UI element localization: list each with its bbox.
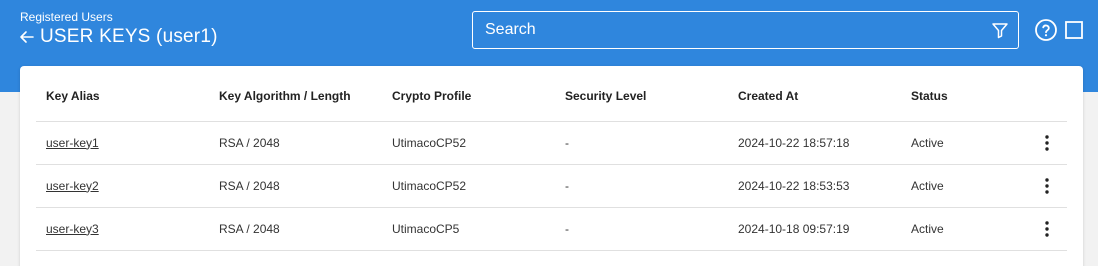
table-header-row: Key Alias Key Algorithm / Length Crypto … (36, 71, 1067, 122)
column-header-key-alias[interactable]: Key Alias (36, 71, 209, 122)
security-level-cell: - (555, 164, 728, 208)
crypto-profile-cell: UtimacoCP5 (382, 207, 555, 251)
crypto-profile-cell: UtimacoCP52 (382, 121, 555, 165)
security-level-cell: - (555, 121, 728, 165)
more-vertical-icon[interactable] (1037, 176, 1057, 196)
key-alias-link[interactable]: user-key2 (46, 179, 99, 193)
table-row: user-key2 RSA / 2048 UtimacoCP52 - 2024-… (36, 164, 1067, 208)
filter-icon[interactable] (990, 20, 1010, 40)
key-alias-link[interactable]: user-key3 (46, 222, 99, 236)
title-row: USER KEYS (user1) (18, 25, 218, 49)
keys-card: Key Alias Key Algorithm / Length Crypto … (20, 66, 1083, 266)
key-algorithm-cell: RSA / 2048 (209, 121, 382, 165)
arrow-left-icon[interactable] (18, 28, 36, 46)
column-header-status[interactable]: Status (901, 71, 1001, 122)
status-cell: Active (901, 207, 1001, 251)
created-at-cell: 2024-10-18 09:57:19 (728, 207, 901, 251)
column-header-security-level[interactable]: Security Level (555, 71, 728, 122)
status-cell: Active (901, 121, 1001, 165)
column-header-key-algorithm[interactable]: Key Algorithm / Length (209, 71, 382, 122)
more-vertical-icon[interactable] (1037, 133, 1057, 153)
more-vertical-icon[interactable] (1037, 219, 1057, 239)
search-box (472, 11, 1019, 49)
column-header-actions (1001, 71, 1067, 122)
page-title: USER KEYS (user1) (40, 26, 218, 47)
help-circle-icon[interactable] (1034, 18, 1058, 42)
key-alias-link[interactable]: user-key1 (46, 136, 99, 150)
square-icon[interactable] (1065, 21, 1083, 39)
key-algorithm-cell: RSA / 2048 (209, 164, 382, 208)
table-row: user-key3 RSA / 2048 UtimacoCP5 - 2024-1… (36, 207, 1067, 251)
column-header-crypto-profile[interactable]: Crypto Profile (382, 71, 555, 122)
table-row: user-key1 RSA / 2048 UtimacoCP52 - 2024-… (36, 121, 1067, 165)
page: Registered Users USER KEYS (user1) Searc… (0, 0, 1098, 266)
search-input[interactable] (473, 12, 973, 48)
created-at-cell: 2024-10-22 18:57:18 (728, 121, 901, 165)
security-level-cell: - (555, 207, 728, 251)
column-header-created-at[interactable]: Created At (728, 71, 901, 122)
created-at-cell: 2024-10-22 18:53:53 (728, 164, 901, 208)
breadcrumb[interactable]: Registered Users (20, 10, 113, 24)
key-algorithm-cell: RSA / 2048 (209, 207, 382, 251)
keys-table: Key Alias Key Algorithm / Length Crypto … (36, 71, 1067, 251)
status-cell: Active (901, 164, 1001, 208)
crypto-profile-cell: UtimacoCP52 (382, 164, 555, 208)
